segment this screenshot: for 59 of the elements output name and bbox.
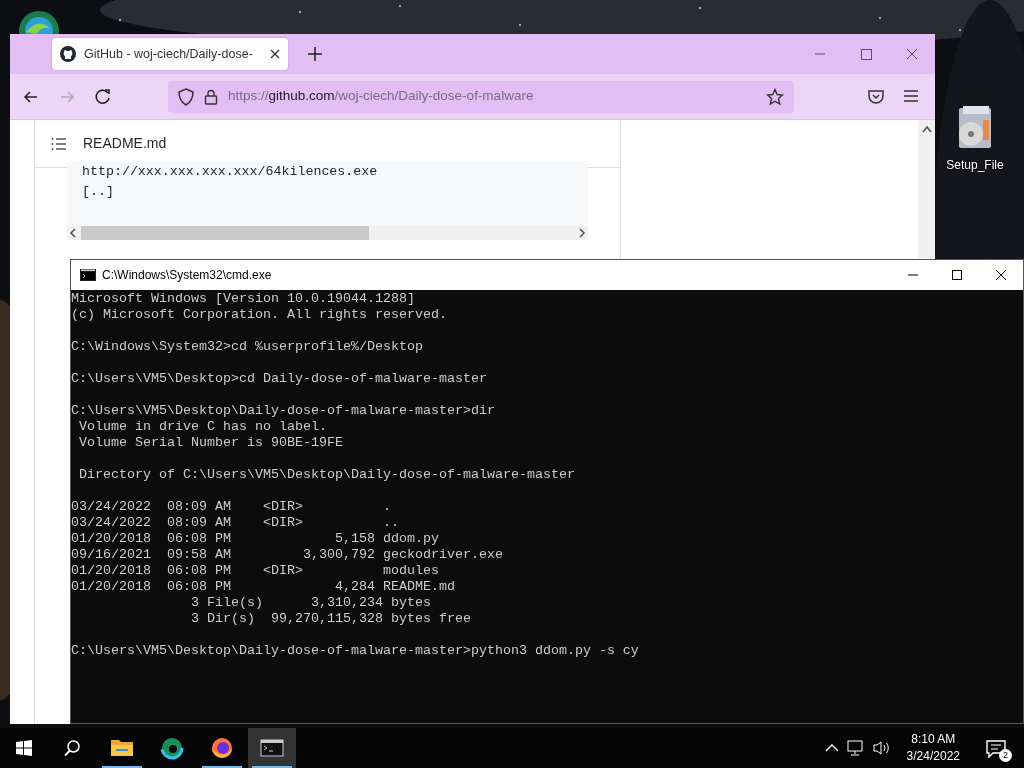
file-title: README.md <box>83 134 167 153</box>
horizontal-scrollbar[interactable] <box>67 226 588 240</box>
notification-icon <box>986 739 1006 758</box>
minimize-icon <box>812 53 828 55</box>
console-icon <box>80 269 96 281</box>
scroll-up-icon[interactable] <box>920 124 933 134</box>
icon-label[interactable]: Setup_File <box>946 156 1004 174</box>
shield-icon <box>178 87 194 106</box>
console-line: C:\Users\VM5\Desktop>cd Daily-dose-of-malware-master <box>71 371 488 387</box>
notification-count: 2 <box>999 749 1012 762</box>
console-line: (c) Microsoft Corporation. All rights reserved. <box>71 307 448 323</box>
console-line: C:\Users\VM5\Desktop\Daily-dose-of-malware-master>dir <box>71 403 496 419</box>
notifications-button[interactable]: 2 <box>976 736 1016 760</box>
minimize-icon <box>905 274 921 276</box>
console-line: Directory of C:\Users\VM5\Desktop\Daily-dose-of-malware-master <box>78 467 576 483</box>
clock[interactable]: 8:10 AM 3/24/2022 <box>898 731 968 765</box>
scroll-left-icon[interactable] <box>67 227 79 239</box>
list-icon[interactable] <box>51 136 67 151</box>
pocket-icon[interactable] <box>867 88 885 105</box>
console-line: 09/16/2021 09:58 AM 3,300,792 geckodriver.exe <box>71 547 504 563</box>
github-icon <box>60 46 76 62</box>
volume-icon[interactable] <box>872 740 891 756</box>
console-line: C:\Users\VM5\Desktop\Daily-dose-of-malware-master>python3 ddom.py -s cy <box>71 643 640 659</box>
console-line: 3 Dir(s) 99,270,115,328 bytes free <box>189 611 472 627</box>
console-line: 01/20/2018 06:08 PM 5,158 ddom.py <box>71 531 440 547</box>
plus-icon <box>308 47 322 61</box>
lock-icon <box>204 88 218 105</box>
console-line: C:\Windows\System32>cd %userprofile%/Desktop <box>71 339 424 355</box>
code-line: http://xxx.xxx.xxx.xxx/64kilences.exe <box>81 163 379 181</box>
menu-icon[interactable] <box>903 88 919 103</box>
maximize-icon <box>949 267 965 283</box>
console-line: Volume in drive C has no label. <box>78 419 328 435</box>
new-tab-button[interactable] <box>308 47 322 61</box>
scroll-right-icon[interactable] <box>576 227 588 239</box>
search-icon <box>63 739 81 757</box>
maximize-icon <box>858 47 874 61</box>
close-icon[interactable] <box>270 49 280 59</box>
close-icon <box>904 47 920 61</box>
console-line: 3 File(s) 3,310,234 bytes <box>189 595 432 611</box>
chevron-up-icon[interactable] <box>824 743 839 753</box>
console-line: 03/24/2022 08:09 AM <DIR> . <box>71 499 392 515</box>
code-line: [..] <box>81 183 115 201</box>
console-line: Microsoft Windows [Version 10.0.19044.1288] <box>71 291 416 307</box>
star-icon[interactable] <box>766 87 784 106</box>
reload-icon <box>94 87 112 106</box>
clock-time: 8:10 AM <box>910 731 957 748</box>
address-bar[interactable]: https://github.com/woj-ciech/Daily-dose-of-malware <box>168 80 794 113</box>
clock-date: 3/24/2022 <box>906 748 960 765</box>
close-icon <box>993 267 1009 283</box>
console-line: Volume Serial Number is 90BE-19FE <box>78 435 344 451</box>
browser-tab[interactable]: GitHub - woj-ciech/Daily-dose- <box>52 38 288 70</box>
windows-icon <box>16 740 32 756</box>
console-line: 03/24/2022 08:09 AM <DIR> .. <box>71 515 400 531</box>
network-icon[interactable] <box>846 740 865 756</box>
console-line: 01/20/2018 06:08 PM <DIR> modules <box>71 563 440 579</box>
vertical-scrollbar[interactable] <box>918 120 935 258</box>
console-line: 01/20/2018 06:08 PM 4,284 README.md <box>71 579 456 595</box>
terminal-icon[interactable] <box>248 728 296 768</box>
window-title: C:\Windows\System32\cmd.exe <box>102 267 272 284</box>
